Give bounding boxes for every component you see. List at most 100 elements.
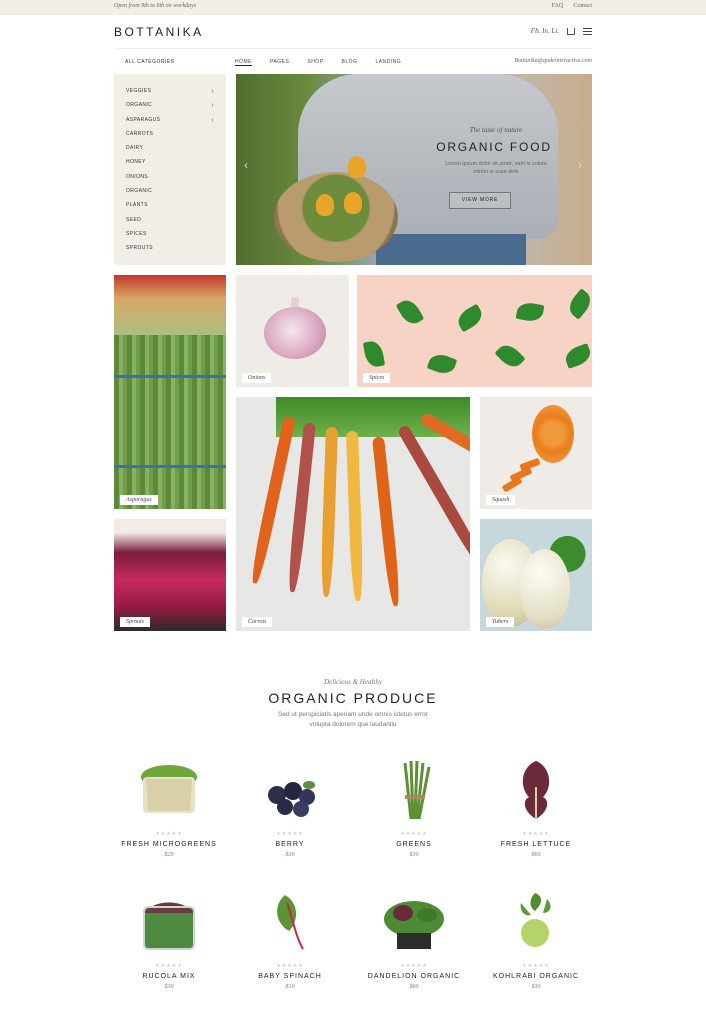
hero-photo-flower xyxy=(348,156,366,178)
section-description: Sed ut perspiciatis aperiam unde omnis i… xyxy=(0,710,706,730)
product-image[interactable] xyxy=(501,757,571,823)
tile-photo xyxy=(346,430,364,602)
category-item-organic[interactable]: ORGANIC › xyxy=(114,102,226,116)
category-item-onions[interactable]: ONIONS xyxy=(114,174,226,188)
product-card[interactable]: ★★★★★ FRESH MICROGREENS $20 xyxy=(109,757,229,858)
product-price: $10 xyxy=(285,984,295,990)
product-image[interactable] xyxy=(501,889,571,955)
arrow-left-icon[interactable]: ‹ xyxy=(244,158,248,172)
category-label: VEGGIES xyxy=(126,88,152,94)
product-card[interactable]: ★★★★★ FRESH LETTUCE $60 xyxy=(476,757,596,858)
social-links[interactable]: Fb. In. Li. xyxy=(531,27,559,35)
product-name[interactable]: FRESH MICROGREENS xyxy=(109,841,229,848)
product-card[interactable]: ★★★★★ DANDELION ORGANIC $60 xyxy=(354,889,474,990)
tile-photo xyxy=(114,375,226,378)
rating-stars: ★★★★★ xyxy=(276,963,304,969)
product-card[interactable]: ★★★★★ GREENS $30 xyxy=(354,757,474,858)
category-item-plants[interactable]: PLANTS xyxy=(114,202,226,216)
product-price: $60 xyxy=(531,852,541,858)
site-logo[interactable]: BOTTANIKA xyxy=(114,25,204,39)
nav-shop[interactable]: SHOP xyxy=(307,59,323,66)
category-label: SPICES xyxy=(126,230,147,237)
main-nav: HOME PAGES SHOP BLOG LANDING xyxy=(235,59,401,66)
product-image[interactable] xyxy=(134,889,204,955)
tile-label: Spices xyxy=(363,373,391,383)
product-card[interactable]: ★★★★★ KOHLRABI ORGANIC $30 xyxy=(476,889,596,990)
contact-email[interactable]: Bottanika@qodeinteractive.com xyxy=(514,58,592,64)
contact-link[interactable]: Contact xyxy=(573,3,592,9)
nav-landing[interactable]: LANDING xyxy=(375,59,401,66)
product-image[interactable] xyxy=(379,889,449,955)
tile-photo xyxy=(515,300,545,324)
category-label: ASPARAGUS xyxy=(126,116,161,123)
tile-onions[interactable]: Onions xyxy=(236,275,349,387)
faq-link[interactable]: FAQ xyxy=(552,3,564,9)
tile-tubers[interactable]: Tubers xyxy=(480,519,592,631)
arrow-right-icon[interactable]: › xyxy=(578,158,582,172)
nav-home[interactable]: HOME xyxy=(235,59,252,66)
tile-photo xyxy=(264,307,326,359)
tile-photo xyxy=(454,303,486,333)
product-name[interactable]: DANDELION ORGANIC xyxy=(354,973,474,980)
hero-banner: ‹ › The taste of nature ORGANIC FOOD Lor… xyxy=(236,74,592,265)
category-item-spices[interactable]: SPICES xyxy=(114,231,226,245)
product-price: $60 xyxy=(409,984,419,990)
product-image[interactable] xyxy=(134,757,204,823)
product-card[interactable]: ★★★★★ RUCOLA MIX $30 xyxy=(109,889,229,990)
product-name[interactable]: FRESH LETTUCE xyxy=(476,841,596,848)
tile-carrots[interactable]: Carrots xyxy=(236,397,470,631)
chevron-right-icon: › xyxy=(211,102,214,110)
tile-photo xyxy=(320,426,338,598)
category-item-honey[interactable]: HONEY xyxy=(114,159,226,173)
hero-title: ORGANIC FOOD xyxy=(436,140,552,154)
chevron-right-icon: › xyxy=(211,88,214,95)
hamburger-icon[interactable] xyxy=(583,27,592,35)
product-name[interactable]: RUCOLA MIX xyxy=(109,973,229,980)
category-item-seed[interactable]: SEED xyxy=(114,217,226,231)
category-label: ONIONS xyxy=(126,173,149,180)
tile-asparagus[interactable]: Asparagus xyxy=(114,275,226,509)
all-categories-label[interactable]: ALL CATEGORIES xyxy=(125,59,175,65)
category-item-asparagus[interactable]: ASPARAGUS › xyxy=(114,117,226,131)
product-card[interactable]: ★★★★★ BABY SPINACH $10 xyxy=(230,889,350,990)
section-title: ORGANIC PRODUCE xyxy=(268,690,438,706)
category-item-organic-2[interactable]: ORGANIC xyxy=(114,188,226,202)
product-name[interactable]: BABY SPINACH xyxy=(230,973,350,980)
category-label: SEED xyxy=(126,216,142,223)
tile-squash[interactable]: Squash xyxy=(480,397,592,509)
tile-label: Carrots xyxy=(242,617,273,627)
category-label: HONEY xyxy=(126,159,146,166)
product-image[interactable] xyxy=(255,889,325,955)
product-image[interactable] xyxy=(379,757,449,823)
header-divider xyxy=(114,48,592,49)
tile-photo xyxy=(520,549,570,629)
product-name[interactable]: BERRY xyxy=(230,841,350,848)
hero-tagline: The taste of nature xyxy=(469,126,523,134)
category-item-carrots[interactable]: CARROTS xyxy=(114,131,226,145)
product-name[interactable]: KOHLRABI ORGANIC xyxy=(476,973,596,980)
product-price: $30 xyxy=(409,852,419,858)
tile-spices[interactable]: Spices xyxy=(357,275,592,387)
nav-blog[interactable]: BLOG xyxy=(342,59,358,66)
nav-pages[interactable]: PAGES xyxy=(270,59,289,66)
tile-photo xyxy=(372,436,402,607)
category-label: DAIRY xyxy=(126,145,144,152)
product-name[interactable]: GREENS xyxy=(354,841,474,848)
category-item-sprouts[interactable]: SPROUTS xyxy=(114,245,226,259)
view-more-button[interactable]: VIEW MORE xyxy=(449,192,511,209)
cart-icon[interactable] xyxy=(567,27,575,35)
category-item-dairy[interactable]: DAIRY xyxy=(114,145,226,159)
category-label: CARROTS xyxy=(126,130,154,137)
product-price: $20 xyxy=(164,852,174,858)
category-item-veggies[interactable]: VEGGIES › xyxy=(114,88,226,102)
tile-label: Asparagus xyxy=(120,495,158,505)
category-label: ORGANIC xyxy=(126,188,153,195)
header-icons: Fb. In. Li. xyxy=(531,27,592,35)
tile-photo xyxy=(532,405,574,463)
product-image[interactable] xyxy=(255,757,325,823)
product-card[interactable]: ★★★★★ BERRY $30 xyxy=(230,757,350,858)
product-price: $30 xyxy=(531,984,541,990)
category-sidebar: VEGGIES › ORGANIC › ASPARAGUS › CARROTS DAI… xyxy=(114,74,226,265)
tile-sprouts[interactable]: Sprouts xyxy=(114,519,226,631)
rating-stars: ★★★★★ xyxy=(522,831,550,837)
